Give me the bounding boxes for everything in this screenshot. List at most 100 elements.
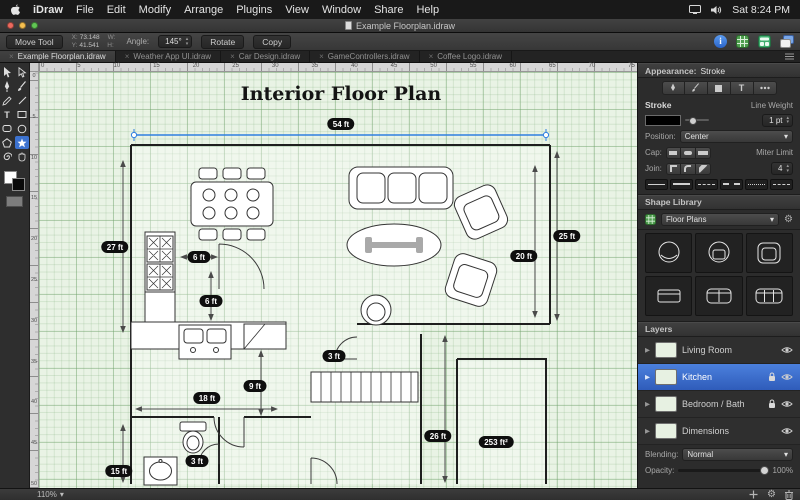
minimize-window-button[interactable] [19, 22, 26, 29]
menu-item[interactable]: File [76, 4, 94, 16]
display-menu-icon[interactable] [689, 5, 702, 14]
volume-menu-icon[interactable] [711, 5, 722, 15]
tab-close-icon[interactable]: × [429, 52, 434, 61]
cap-round-button[interactable] [680, 146, 696, 159]
eye-icon[interactable] [781, 400, 793, 408]
dimension-label[interactable]: 18 ft [193, 392, 221, 404]
info-button[interactable]: i [714, 35, 727, 48]
dimension-label[interactable]: 3 ft [185, 455, 209, 467]
join-round-button[interactable] [680, 162, 696, 175]
pen-mode-button[interactable] [661, 81, 685, 95]
library-gear-icon[interactable]: ⚙ [784, 214, 793, 225]
pen-tool[interactable] [0, 80, 14, 93]
shape-thumb-sofa[interactable] [745, 275, 793, 316]
layer-row[interactable]: ▶ Living Room [638, 336, 800, 364]
dimension-label[interactable]: 26 ft [424, 430, 452, 442]
hand-tool[interactable] [15, 150, 29, 163]
layers-panel-button[interactable] [780, 35, 794, 48]
dimension-label[interactable]: 253 ft² [478, 436, 514, 448]
brush-tool[interactable] [15, 80, 29, 93]
tab-close-icon[interactable]: × [230, 52, 235, 61]
eye-icon[interactable] [781, 346, 793, 354]
dimension-label[interactable]: 9 ft [243, 380, 267, 392]
join-miter-button[interactable] [665, 162, 681, 175]
star-shape-tool[interactable] [15, 136, 29, 149]
stroke-color-swatch[interactable] [645, 114, 681, 126]
stroke-position-select[interactable]: Center ▾ [679, 130, 793, 143]
dash-dotted-button[interactable] [745, 178, 768, 190]
dimension-label[interactable]: 54 ft [327, 118, 355, 130]
document-tab[interactable]: × GameControllers.idraw [310, 51, 420, 62]
menu-item[interactable]: Edit [107, 4, 126, 16]
disclosure-triangle-icon[interactable]: ▶ [645, 400, 650, 408]
shape-thumb-round-chair[interactable] [645, 232, 693, 273]
dimension-label[interactable]: 6 ft [187, 251, 211, 263]
shape-thumb-armchair[interactable] [745, 232, 793, 273]
layers-header[interactable]: Layers [638, 321, 800, 337]
menu-item[interactable]: View [285, 4, 309, 16]
dimension-label[interactable]: 15 ft [105, 465, 133, 477]
miter-limit-stepper[interactable]: 4 ▴ ▾ [771, 162, 793, 175]
dimension-label[interactable]: 27 ft [101, 241, 129, 253]
disclosure-triangle-icon[interactable]: ▶ [645, 373, 650, 381]
apple-menu-icon[interactable] [10, 3, 20, 16]
move-tool[interactable] [0, 66, 14, 79]
rounded-rectangle-tool[interactable] [0, 122, 14, 135]
disclosure-triangle-icon[interactable]: ▶ [645, 427, 650, 435]
dimension-label[interactable]: 6 ft [199, 295, 223, 307]
text-tool[interactable]: T [0, 108, 14, 121]
eye-icon[interactable] [781, 373, 793, 381]
dash-solid-thick-button[interactable] [670, 178, 693, 190]
menu-item[interactable]: Plugins [236, 4, 272, 16]
dash-dashdot-button[interactable] [770, 178, 793, 190]
dimension-label[interactable]: 25 ft [553, 230, 581, 242]
active-tool-button[interactable]: Move Tool [6, 34, 63, 49]
rotate-button[interactable]: Rotate [201, 34, 245, 49]
lock-icon[interactable] [768, 372, 776, 382]
menu-item[interactable]: Share [374, 4, 403, 16]
shape-library-button[interactable] [758, 35, 771, 48]
menu-clock[interactable]: Sat 8:24 PM [732, 4, 790, 16]
shape-library-header[interactable]: Shape Library [638, 194, 800, 210]
document-tab[interactable]: × Car Design.idraw [221, 51, 311, 62]
brush-mode-button[interactable] [684, 81, 708, 95]
menu-item[interactable]: Modify [139, 4, 171, 16]
pencil-tool[interactable] [0, 94, 14, 107]
lock-icon[interactable] [768, 399, 776, 409]
tab-overflow-button[interactable] [779, 51, 800, 62]
dash-dashed-thick-button[interactable] [720, 178, 743, 190]
opacity-slider[interactable] [678, 465, 769, 475]
dash-solid-button[interactable] [645, 178, 668, 190]
stroke-color-well[interactable] [12, 178, 25, 191]
join-bevel-button[interactable] [695, 162, 711, 175]
dimension-label[interactable]: 20 ft [510, 250, 538, 262]
dash-dashed-button[interactable] [695, 178, 718, 190]
text-mode-button[interactable]: T [730, 81, 754, 95]
shape-thumb-tub-chair[interactable] [695, 232, 743, 273]
floorplan-title[interactable]: Interior Floor Plan [241, 83, 441, 105]
eye-icon[interactable] [781, 427, 793, 435]
appearance-header[interactable]: Appearance: Stroke [638, 63, 800, 78]
close-window-button[interactable] [7, 22, 14, 29]
zoom-control[interactable]: 110% ▾ [37, 490, 64, 499]
layer-row[interactable]: ▶ Kitchen [638, 363, 800, 391]
shape-thumb-loveseat[interactable] [695, 275, 743, 316]
shape-collection-select[interactable]: Floor Plans ▾ [661, 212, 780, 226]
disclosure-triangle-icon[interactable]: ▶ [645, 346, 650, 354]
angle-stepper[interactable]: 145° ▴ ▾ [158, 35, 193, 48]
grid-toggle-button[interactable] [736, 35, 749, 48]
dimension-label[interactable]: 3 ft [322, 350, 346, 362]
menu-item[interactable]: Arrange [184, 4, 223, 16]
line-weight-stepper[interactable]: 1 pt ▴ ▾ [762, 113, 793, 127]
fill-mode-button[interactable] [707, 81, 731, 95]
layer-row[interactable]: ▶ Bedroom / Bath [638, 390, 800, 418]
add-shape-icon[interactable] [749, 490, 758, 499]
stroke-slider[interactable] [685, 116, 709, 125]
effects-mode-button[interactable] [753, 81, 777, 95]
cap-butt-button[interactable] [665, 146, 681, 159]
drawing-canvas[interactable]: Interior Floor Plan 54 ft 27 ft 25 ft 20… [39, 72, 637, 488]
trash-icon[interactable] [785, 490, 793, 500]
settings-gear-icon[interactable]: ⚙ [767, 489, 776, 500]
floorplan-drawing[interactable] [39, 72, 637, 488]
layer-row[interactable]: ▶ Dimensions [638, 417, 800, 445]
